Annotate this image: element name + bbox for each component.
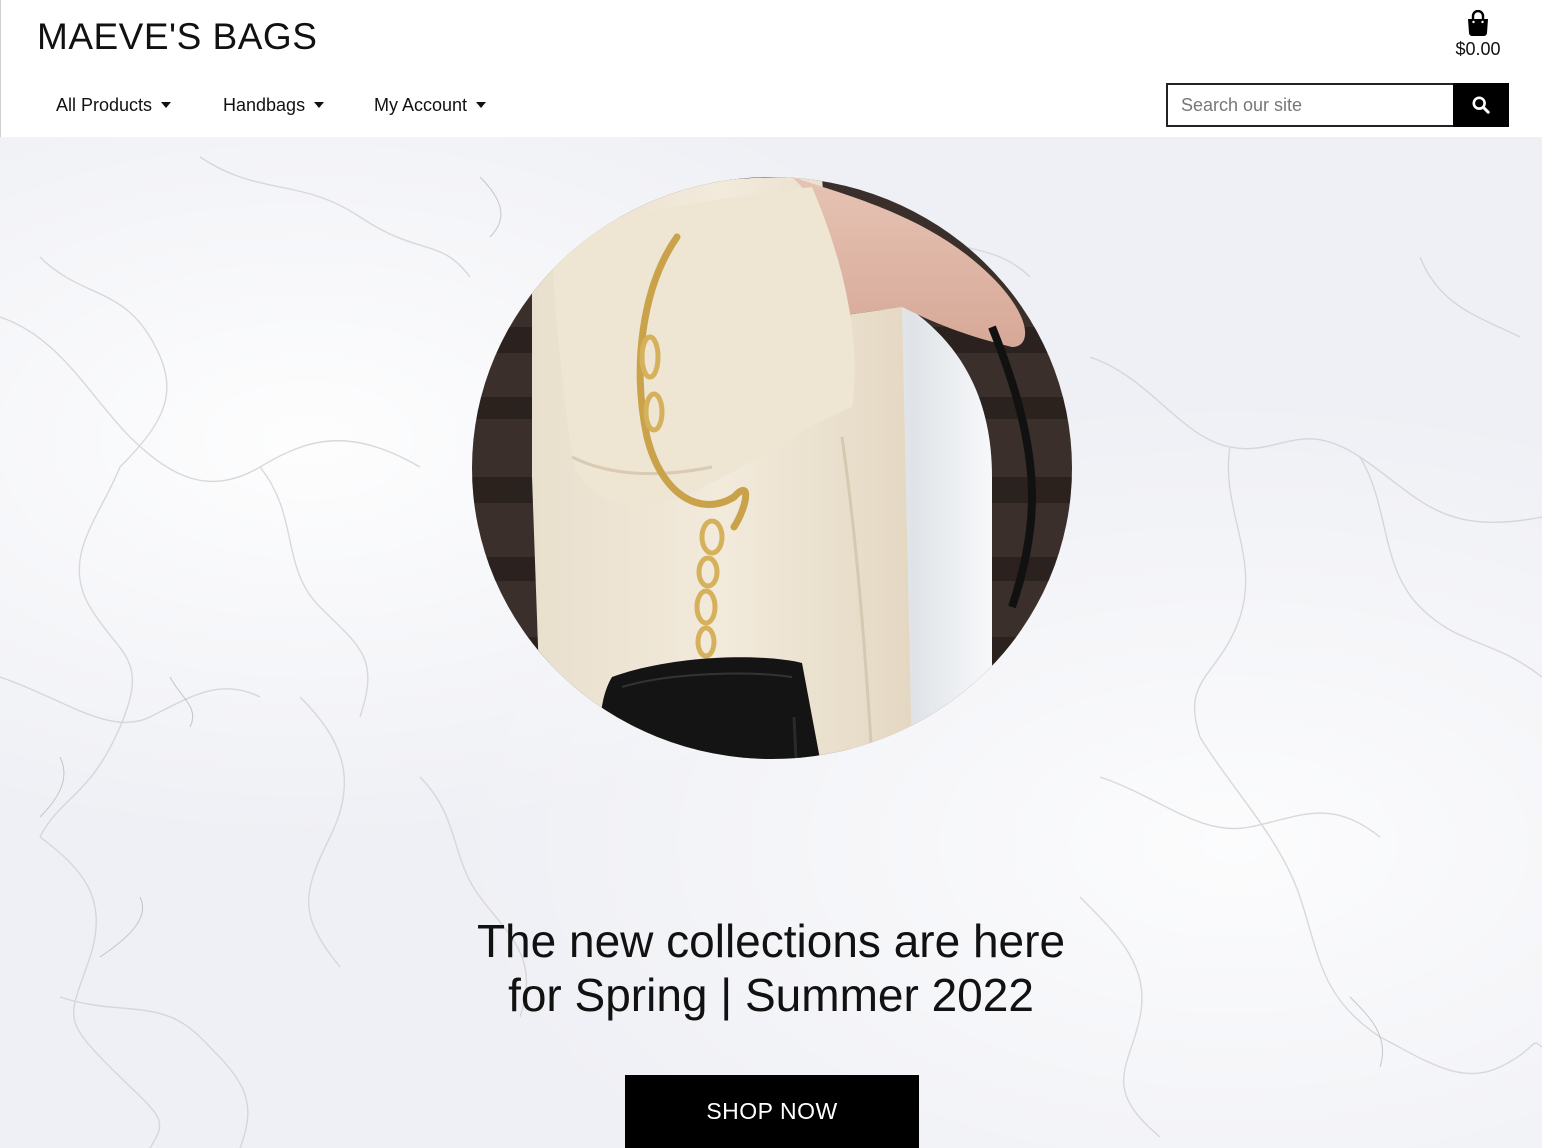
- shop-now-button[interactable]: SHOP NOW: [625, 1075, 919, 1148]
- nav-item-label: Handbags: [223, 94, 306, 115]
- nav-item-label: All Products: [56, 94, 153, 115]
- site-logo[interactable]: MAEVE'S BAGS: [37, 16, 317, 58]
- search-form: [1166, 83, 1509, 127]
- cart-total: $0.00: [1455, 39, 1501, 59]
- headline-line-2: for Spring | Summer 2022: [508, 969, 1034, 1021]
- search-button[interactable]: [1453, 83, 1509, 127]
- caret-down-icon: [476, 102, 487, 108]
- hero-image: [472, 177, 1072, 759]
- search-input[interactable]: [1166, 83, 1453, 127]
- caret-down-icon: [161, 102, 172, 108]
- hero-headline: The new collections are here for Spring …: [421, 914, 1121, 1022]
- headline-line-1: The new collections are here: [476, 915, 1066, 967]
- nav-item-label: My Account: [374, 94, 468, 115]
- search-icon: [1472, 96, 1490, 114]
- shopping-bag-icon: [1468, 10, 1488, 36]
- hero-section: The new collections are here for Spring …: [0, 137, 1542, 1148]
- cart-link[interactable]: $0.00: [1448, 10, 1508, 60]
- nav-item-my-account[interactable]: My Account: [374, 94, 487, 116]
- site-header: MAEVE'S BAGS $0.00 All Products Handbags…: [0, 0, 1542, 137]
- handbag-photo: [472, 177, 1072, 759]
- nav-item-handbags[interactable]: Handbags: [223, 94, 325, 116]
- nav-item-all-products[interactable]: All Products: [56, 94, 172, 116]
- caret-down-icon: [314, 102, 325, 108]
